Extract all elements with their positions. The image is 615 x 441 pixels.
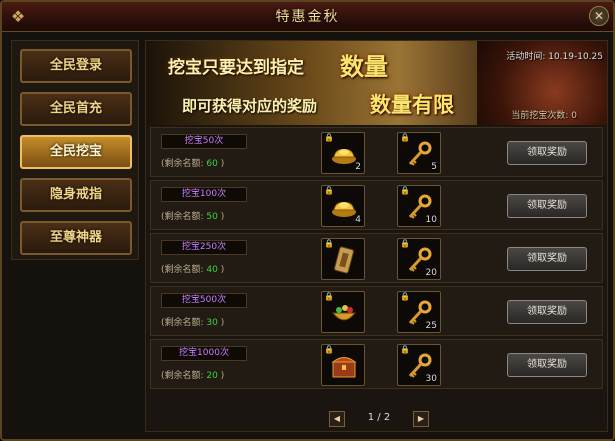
- remaining-close: ): [220, 265, 225, 275]
- remaining-number: 60: [206, 159, 218, 169]
- sidebar-item-first-recharge[interactable]: 全民首充: [20, 92, 132, 126]
- reward-item-slot[interactable]: 🔒 2: [321, 132, 365, 174]
- sidebar-item-label: 全民登录: [49, 58, 102, 73]
- reward-item-slot[interactable]: 🔒 5: [397, 132, 441, 174]
- claim-reward-button[interactable]: 领取奖励: [507, 247, 587, 271]
- claim-reward-button[interactable]: 领取奖励: [507, 353, 587, 377]
- remaining-number: 30: [206, 318, 218, 328]
- reward-row: 挖宝100次 (剩余名额: 50 ) 🔒 4 🔒 10 领取奖励: [150, 180, 603, 230]
- item-quantity: 4: [355, 215, 361, 225]
- tier-label: 挖宝50次: [161, 134, 247, 149]
- arrow-left-icon: ◀: [333, 414, 341, 423]
- remaining-number: 40: [206, 265, 218, 275]
- dig-count: 当前挖宝次数: 0: [511, 111, 577, 121]
- reward-row: 挖宝500次 (剩余名额: 30 ) 🔒 🔒 25 领取奖励: [150, 286, 603, 336]
- reward-row: 挖宝50次 (剩余名额: 60 ) 🔒 2 🔒 5 领取奖励: [150, 127, 603, 177]
- remaining-slots: (剩余名额: 20 ): [161, 368, 224, 381]
- gold-ingot-icon: [330, 140, 358, 168]
- reward-item-slot[interactable]: 🔒: [321, 344, 365, 386]
- treasure-bowl-icon: [330, 299, 358, 327]
- item-quantity: 20: [425, 268, 437, 278]
- item-quantity: 2: [355, 162, 361, 172]
- prev-page-button[interactable]: ◀: [329, 411, 345, 427]
- remaining-close: ): [220, 318, 225, 328]
- banner-highlight-limited: 数量有限: [370, 93, 454, 117]
- remaining-close: ): [220, 159, 225, 169]
- next-page-button[interactable]: ▶: [413, 411, 429, 427]
- reward-item-slot[interactable]: 🔒 20: [397, 238, 441, 280]
- tier-label: 挖宝100次: [161, 187, 247, 202]
- item-quantity: 10: [425, 215, 437, 225]
- reward-item-slot[interactable]: 🔒 25: [397, 291, 441, 333]
- sidebar-item-label: 全民首充: [49, 101, 102, 116]
- event-time: 活动时间: 10.19-10.25: [506, 52, 603, 62]
- sidebar-item-label: 至尊神器: [49, 230, 102, 245]
- window-title: 特惠金秋: [275, 9, 340, 25]
- reward-row: 挖宝250次 (剩余名额: 40 ) 🔒 🔒 20 领取奖励: [150, 233, 603, 283]
- claim-reward-button[interactable]: 领取奖励: [507, 300, 587, 324]
- item-quantity: 25: [425, 321, 437, 331]
- corner-ornament-icon: ❖: [10, 7, 26, 26]
- reward-item-slot[interactable]: 🔒 4: [321, 185, 365, 227]
- remaining-label: (剩余名额:: [161, 212, 204, 222]
- item-quantity: 5: [431, 162, 437, 172]
- remaining-slots: (剩余名额: 30 ): [161, 315, 224, 328]
- remaining-number: 20: [206, 371, 218, 381]
- pagination: ◀ 1 / 2 ▶: [329, 410, 429, 428]
- close-button[interactable]: ✕: [589, 6, 609, 26]
- item-quantity: 30: [425, 374, 437, 384]
- sidebar-item-label: 隐身戒指: [49, 187, 102, 202]
- close-icon: ✕: [593, 9, 605, 23]
- remaining-slots: (剩余名额: 50 ): [161, 209, 224, 222]
- tier-label: 挖宝250次: [161, 240, 247, 255]
- banner-subline: 即可获得对应的奖励: [182, 97, 318, 115]
- treasure-chest-icon: [330, 352, 358, 380]
- remaining-number: 50: [206, 212, 218, 222]
- reward-item-slot[interactable]: 🔒 30: [397, 344, 441, 386]
- reward-item-slot[interactable]: 🔒: [321, 291, 365, 333]
- page-indicator: 1 / 2: [367, 412, 391, 423]
- sidebar-item-invisibility-ring[interactable]: 隐身戒指: [20, 178, 132, 212]
- event-window: ❖ 特惠金秋 ✕ 全民登录 全民首充 全民挖宝 隐身戒指 至尊神器 挖宝只要达到…: [0, 0, 615, 441]
- remaining-label: (剩余名额:: [161, 265, 204, 275]
- arrow-right-icon: ▶: [417, 414, 425, 423]
- remaining-slots: (剩余名额: 40 ): [161, 262, 224, 275]
- claim-reward-button[interactable]: 领取奖励: [507, 141, 587, 165]
- remaining-close: ): [220, 212, 225, 222]
- reward-row: 挖宝1000次 (剩余名额: 20 ) 🔒 🔒 30 领取奖励: [150, 339, 603, 389]
- golden-key-icon: [406, 140, 434, 168]
- claim-reward-button[interactable]: 领取奖励: [507, 194, 587, 218]
- remaining-label: (剩余名额:: [161, 371, 204, 381]
- sidebar: 全民登录 全民首充 全民挖宝 隐身戒指 至尊神器: [11, 40, 139, 260]
- title-bar: ❖ 特惠金秋 ✕: [2, 2, 613, 32]
- reward-item-slot[interactable]: 🔒 10: [397, 185, 441, 227]
- remaining-label: (剩余名额:: [161, 159, 204, 169]
- sidebar-item-login[interactable]: 全民登录: [20, 49, 132, 83]
- remaining-slots: (剩余名额: 60 ): [161, 156, 224, 169]
- reward-item-slot[interactable]: 🔒: [321, 238, 365, 280]
- main-panel: 挖宝只要达到指定 数量 即可获得对应的奖励 数量有限 活动时间: 10.19-1…: [145, 40, 608, 432]
- scroll-talisman-icon: [330, 246, 358, 274]
- event-banner: 挖宝只要达到指定 数量 即可获得对应的奖励 数量有限 活动时间: 10.19-1…: [146, 41, 607, 125]
- banner-headline: 挖宝只要达到指定: [168, 58, 304, 78]
- sidebar-item-treasure-dig[interactable]: 全民挖宝: [20, 135, 132, 169]
- sidebar-item-label: 全民挖宝: [49, 144, 102, 159]
- banner-highlight-quantity: 数量: [340, 53, 388, 81]
- tier-label: 挖宝500次: [161, 293, 247, 308]
- remaining-label: (剩余名额:: [161, 318, 204, 328]
- gold-ingot-icon: [330, 193, 358, 221]
- tier-label: 挖宝1000次: [161, 346, 247, 361]
- sidebar-item-supreme-artifact[interactable]: 至尊神器: [20, 221, 132, 255]
- remaining-close: ): [220, 371, 225, 381]
